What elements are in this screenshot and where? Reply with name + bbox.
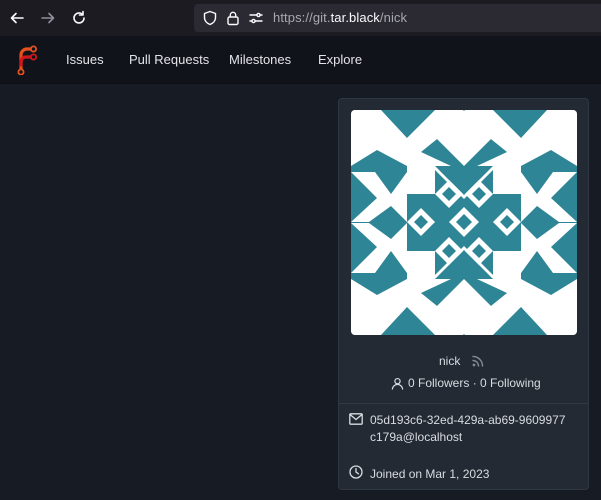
arrow-left-icon: [10, 12, 24, 24]
lock-icon[interactable]: [225, 10, 241, 26]
nav-issues[interactable]: Issues: [66, 52, 104, 67]
url-host: tar.black: [330, 10, 380, 25]
browser-toolbar: https://git.tar.black/nick: [0, 0, 601, 36]
identicon-avatar: [351, 110, 577, 335]
nav-explore[interactable]: Explore: [318, 52, 362, 67]
url-subdomain: git.: [312, 10, 331, 25]
address-bar[interactable]: https://git.tar.black/nick: [194, 4, 601, 32]
url-text[interactable]: https://git.tar.black/nick: [273, 10, 407, 25]
nav-milestones[interactable]: Milestones: [229, 52, 291, 67]
app-navbar: Issues Pull Requests Milestones Explore: [0, 36, 601, 84]
follow-stats[interactable]: 0 Followers · 0 Following: [391, 375, 541, 391]
permissions-icon[interactable]: [248, 10, 264, 26]
clock-icon: [349, 465, 363, 479]
reload-button[interactable]: [67, 6, 91, 30]
card-divider: [339, 403, 588, 404]
back-button[interactable]: [5, 6, 29, 30]
url-scheme: https://: [273, 10, 313, 25]
reload-icon: [73, 10, 85, 24]
followers-text[interactable]: 0 Followers · 0 Following: [408, 376, 541, 390]
shield-icon[interactable]: [202, 10, 218, 26]
mail-icon: [349, 413, 363, 425]
profile-joined-date: Joined on Mar 1, 2023: [370, 467, 490, 481]
forward-button[interactable]: [36, 6, 60, 30]
arrow-right-icon: [41, 12, 55, 24]
profile-username: nick: [439, 354, 461, 368]
profile-email[interactable]: 05d193c6-32ed-429a-ab69-9609977c179a@loc…: [370, 412, 570, 446]
avatar[interactable]: [351, 110, 577, 335]
url-path: /nick: [379, 10, 408, 25]
person-icon: [391, 377, 404, 390]
rss-icon[interactable]: [471, 354, 485, 368]
nav-pull-requests[interactable]: Pull Requests: [129, 52, 209, 67]
forgejo-logo-icon[interactable]: [14, 45, 38, 75]
profile-card: nick 0 Followers · 0 Following 05d193c6-…: [338, 98, 589, 490]
